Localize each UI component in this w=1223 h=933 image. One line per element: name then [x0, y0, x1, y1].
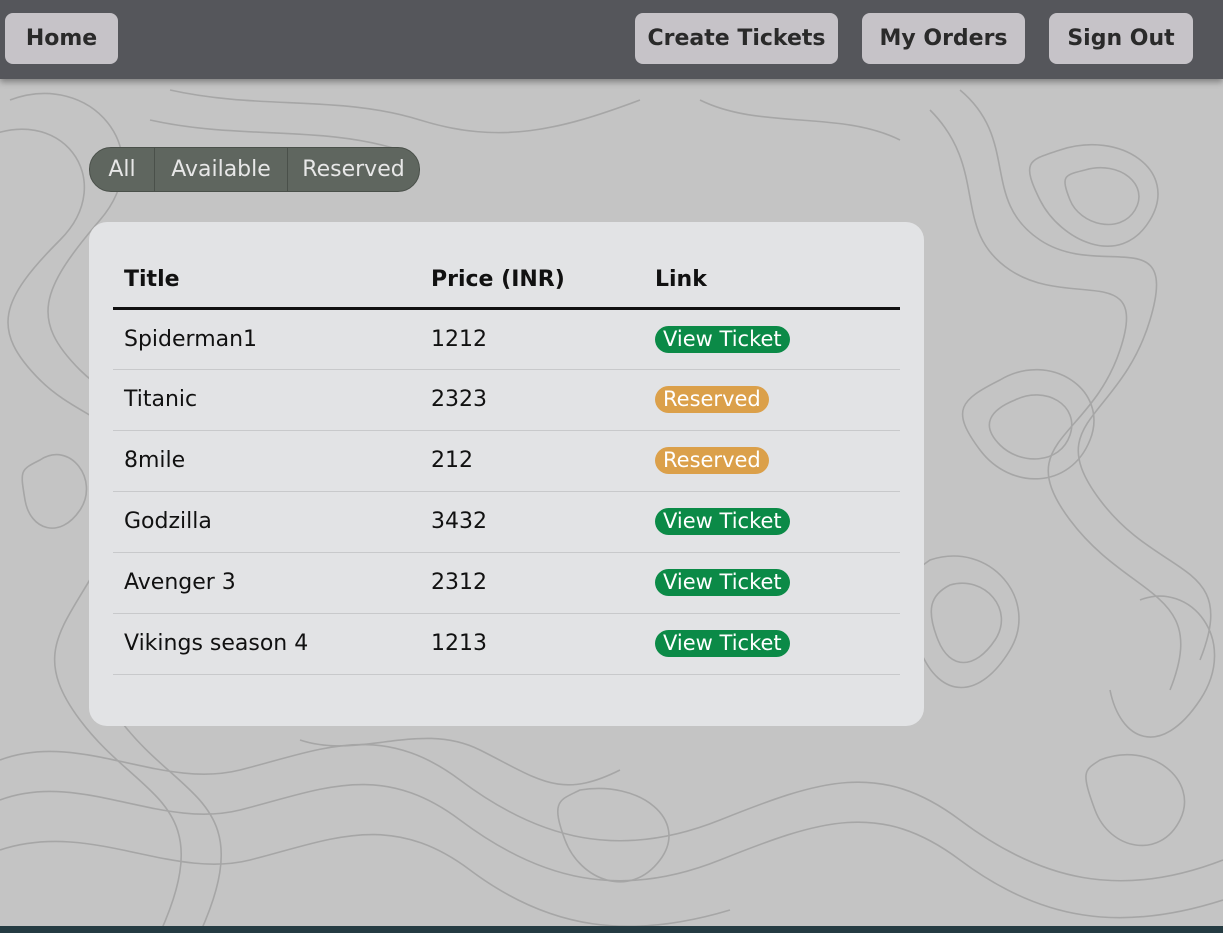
create-tickets-button[interactable]: Create Tickets — [635, 13, 838, 64]
table-row: Avenger 3 2312 View Ticket — [113, 552, 900, 614]
filter-available-button[interactable]: Available — [154, 148, 287, 191]
filter-reserved-button[interactable]: Reserved — [287, 148, 419, 191]
ticket-link-cell: View Ticket — [644, 613, 900, 675]
ticket-price: 2312 — [420, 552, 644, 614]
ticket-price: 212 — [420, 430, 644, 492]
sign-out-button[interactable]: Sign Out — [1049, 13, 1193, 64]
footer-strip — [0, 926, 1223, 933]
view-ticket-button[interactable]: View Ticket — [655, 508, 790, 535]
filter-all-button[interactable]: All — [90, 148, 154, 191]
ticket-link-cell: Reserved — [644, 369, 900, 431]
ticket-title: Spiderman1 — [113, 308, 420, 370]
ticket-title: Godzilla — [113, 491, 420, 553]
ticket-link-cell: View Ticket — [644, 308, 900, 370]
ticket-price: 3432 — [420, 491, 644, 553]
table-header-row: Title Price (INR) Link — [113, 252, 900, 310]
top-navbar: Home Create Tickets My Orders Sign Out — [0, 0, 1223, 79]
ticket-link-cell: View Ticket — [644, 552, 900, 614]
view-ticket-button[interactable]: View Ticket — [655, 630, 790, 657]
tickets-card: Title Price (INR) Link Spiderman1 1212 V… — [89, 222, 924, 726]
ticket-price: 2323 — [420, 369, 644, 431]
ticket-link-cell: Reserved — [644, 430, 900, 492]
header-title: Title — [113, 252, 420, 310]
home-button[interactable]: Home — [5, 13, 118, 64]
ticket-price: 1213 — [420, 613, 644, 675]
table-row: Godzilla 3432 View Ticket — [113, 491, 900, 553]
view-ticket-button[interactable]: View Ticket — [655, 325, 790, 353]
ticket-title: Avenger 3 — [113, 552, 420, 614]
ticket-title: 8mile — [113, 430, 420, 492]
reserved-badge: Reserved — [655, 386, 769, 413]
view-ticket-button[interactable]: View Ticket — [655, 569, 790, 596]
ticket-title: Vikings season 4 — [113, 613, 420, 675]
ticket-price: 1212 — [420, 308, 644, 370]
table-row: Vikings season 4 1213 View Ticket — [113, 613, 900, 675]
reserved-badge: Reserved — [655, 447, 769, 474]
ticket-title: Titanic — [113, 369, 420, 431]
table-row: Titanic 2323 Reserved — [113, 369, 900, 431]
header-price: Price (INR) — [420, 252, 644, 310]
table-row: Spiderman1 1212 View Ticket — [113, 308, 900, 370]
status-filter-group: All Available Reserved — [89, 147, 420, 192]
ticket-link-cell: View Ticket — [644, 491, 900, 553]
header-link: Link — [644, 252, 900, 310]
tickets-table: Title Price (INR) Link Spiderman1 1212 V… — [113, 252, 900, 675]
table-row: 8mile 212 Reserved — [113, 430, 900, 492]
my-orders-button[interactable]: My Orders — [862, 13, 1025, 64]
